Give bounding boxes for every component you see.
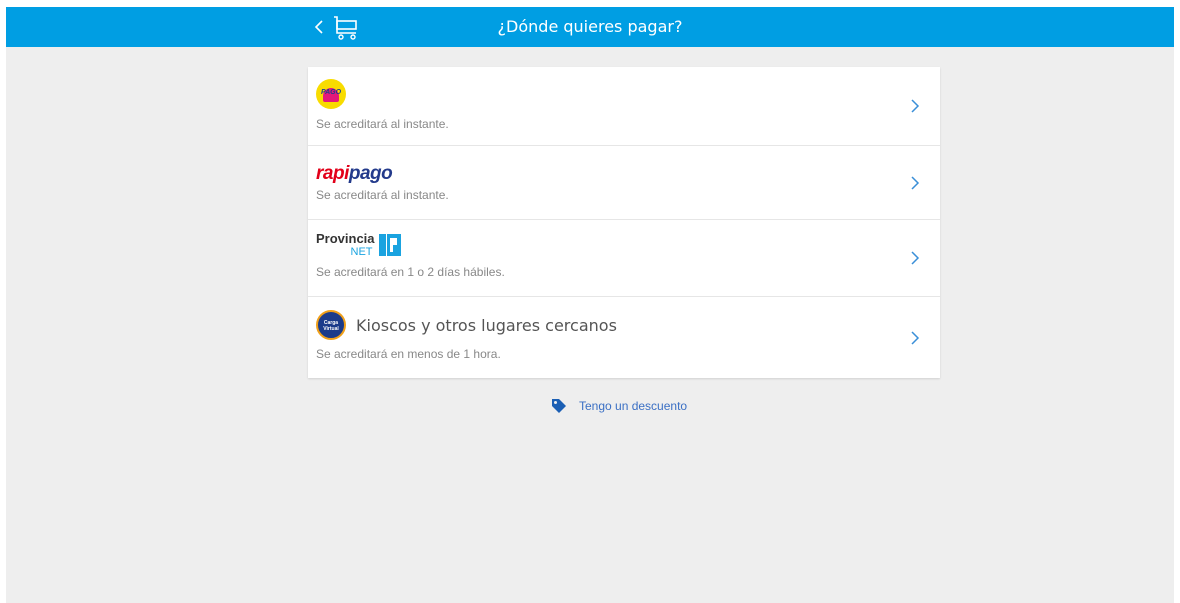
top-bar: ¿Dónde quieres pagar? <box>6 7 1174 47</box>
chevron-right-icon <box>911 175 920 190</box>
cart-icon <box>334 16 357 40</box>
option-provincia-net[interactable]: Provincia NET Se acreditará en 1 o 2 día… <box>308 220 940 297</box>
option-pago-facil[interactable]: PAGO Se acreditará al instante. <box>308 67 940 146</box>
option-subtitle: Se acreditará al instante. <box>316 117 449 131</box>
page-background: ¿Dónde quieres pagar? PAGO Se acreditará… <box>6 7 1174 603</box>
option-subtitle: Se acreditará al instante. <box>316 188 449 202</box>
rapipago-brand-a: rapi <box>316 163 349 184</box>
option-label: Kioscos y otros lugares cercanos <box>356 315 617 335</box>
provincia-brand-bottom: NET <box>350 246 373 258</box>
option-kioscos[interactable]: Carga Virtual Kioscos y otros lugares ce… <box>308 297 940 378</box>
carga-virtual-logo-group: Carga Virtual Kioscos y otros lugares ce… <box>316 310 617 340</box>
carga-virtual-logo-text: Carga Virtual <box>323 320 339 332</box>
chevron-right-icon <box>911 330 920 345</box>
provincia-net-logo: Provincia NET <box>316 232 401 258</box>
chevron-left-icon <box>314 20 323 34</box>
back-button[interactable] <box>314 11 374 43</box>
option-subtitle: Se acreditará en 1 o 2 días hábiles. <box>316 265 505 279</box>
rapipago-logo: rapipago <box>316 163 393 185</box>
tag-icon <box>552 399 566 413</box>
rapipago-brand-b: pago <box>348 163 393 184</box>
page-title: ¿Dónde quieres pagar? <box>497 17 683 36</box>
carga-virtual-logo: Carga Virtual <box>316 310 346 340</box>
pago-facil-logo: PAGO <box>316 79 346 109</box>
provincia-p-icon <box>378 234 401 256</box>
pago-facil-logo-text: PAGO <box>320 89 342 96</box>
option-rapipago[interactable]: rapipago Se acreditará al instante. <box>308 146 940 220</box>
provincia-brand-top: Provincia <box>316 231 375 246</box>
chevron-right-icon <box>911 251 920 265</box>
chevron-right-icon <box>911 99 920 113</box>
discount-link[interactable]: Tengo un descuento <box>551 398 687 414</box>
discount-label: Tengo un descuento <box>579 399 688 413</box>
option-subtitle: Se acreditará en menos de 1 hora. <box>316 347 501 361</box>
payment-options-list: PAGO Se acreditará al instante. rapipago… <box>308 67 940 378</box>
